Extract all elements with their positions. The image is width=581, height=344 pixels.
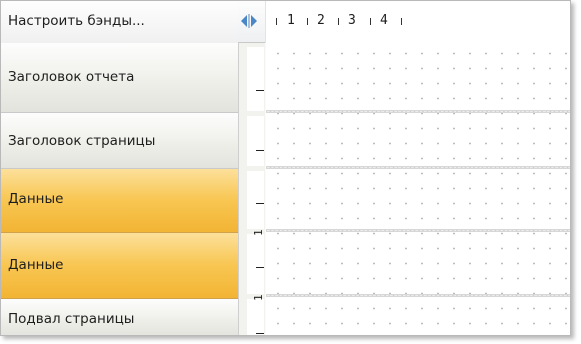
ruler-segment (247, 234, 264, 294)
designer-header: Настроить бэнды... 1 2 3 4 (1, 1, 570, 43)
design-surface[interactable] (266, 43, 570, 335)
band-separator[interactable] (266, 229, 570, 232)
ruler-tick (256, 333, 264, 334)
band-page-footer[interactable]: Подвал страницы (1, 299, 238, 335)
ruler-number: 1 (252, 294, 265, 301)
ruler-tick (370, 18, 371, 25)
band-data-2[interactable]: Данные (1, 233, 238, 299)
ruler-segment (247, 171, 264, 229)
band-report-title[interactable]: Заголовок отчета (1, 43, 238, 113)
ruler-tick (256, 267, 264, 268)
ruler-tick (256, 90, 264, 91)
vertical-ruler: 1 1 (238, 43, 265, 335)
ruler-tick (256, 203, 264, 204)
ruler-tick (338, 18, 339, 25)
band-page-header[interactable]: Заголовок страницы (1, 113, 238, 169)
ruler-segment (247, 47, 264, 111)
ruler-number: 3 (348, 13, 356, 28)
ruler-tick (276, 18, 277, 25)
band-separator[interactable] (266, 166, 570, 169)
band-data-1[interactable]: Данные (1, 169, 238, 233)
band-separator[interactable] (266, 294, 570, 297)
ruler-number: 2 (317, 13, 325, 28)
band-separator[interactable] (266, 110, 570, 113)
ruler-tick (256, 150, 264, 151)
ruler-tick (401, 18, 402, 25)
horizontal-ruler: 1 2 3 4 (265, 1, 570, 43)
ruler-tick (307, 18, 308, 25)
ruler-segment (247, 299, 264, 335)
ruler-number: 1 (287, 13, 295, 28)
configure-bands-button[interactable]: Настроить бэнды... (1, 1, 238, 43)
left-right-arrows-icon[interactable] (241, 14, 257, 28)
ruler-segment (247, 116, 264, 166)
ruler-number: 4 (380, 13, 388, 28)
ruler-number: 1 (252, 229, 265, 236)
report-designer: Настроить бэнды... 1 2 3 4 Заголовок отч… (0, 0, 571, 336)
